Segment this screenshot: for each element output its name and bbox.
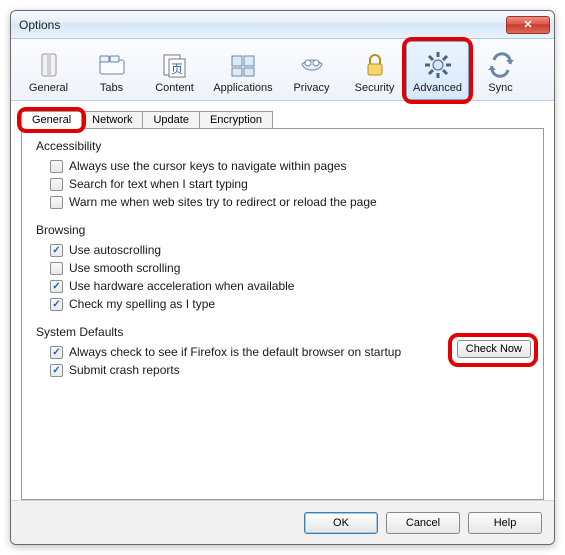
- close-button[interactable]: ✕: [506, 16, 550, 34]
- option-label: Warn me when web sites try to redirect o…: [69, 195, 377, 209]
- category-advanced[interactable]: Advanced: [406, 41, 469, 100]
- category-privacy[interactable]: Privacy: [280, 41, 343, 100]
- titlebar: Options ✕: [11, 11, 554, 39]
- subtab-strip: General Network Update Encryption: [21, 107, 544, 129]
- group-accessibility: Accessibility Always use the cursor keys…: [36, 139, 531, 211]
- checkbox-spelling[interactable]: [50, 298, 63, 311]
- option-label: Use hardware acceleration when available: [69, 279, 294, 293]
- category-label: Sync: [488, 82, 512, 94]
- category-general[interactable]: General: [17, 41, 80, 100]
- privacy-icon: [296, 49, 328, 81]
- subtab-general[interactable]: General: [21, 111, 82, 129]
- category-label: General: [29, 82, 68, 94]
- content-icon: 页: [159, 49, 191, 81]
- category-content[interactable]: 页 Content: [143, 41, 206, 100]
- checkbox-crash-reports[interactable]: [50, 364, 63, 377]
- security-icon: [359, 49, 391, 81]
- category-label: Security: [355, 82, 395, 94]
- options-window: Options ✕ General Tabs 页 Content: [10, 10, 555, 545]
- subtab-network[interactable]: Network: [81, 111, 143, 129]
- category-applications[interactable]: Applications: [206, 41, 280, 100]
- subtab-encryption[interactable]: Encryption: [199, 111, 273, 129]
- checkbox-default-browser[interactable]: [50, 346, 63, 359]
- group-label: System Defaults: [36, 325, 531, 339]
- sync-icon: [485, 49, 517, 81]
- group-label: Accessibility: [36, 139, 531, 153]
- content-area: General Network Update Encryption Access…: [11, 101, 554, 500]
- group-label: Browsing: [36, 223, 531, 237]
- subtab-label: General: [32, 114, 71, 126]
- help-button[interactable]: Help: [468, 512, 542, 534]
- checkbox-smooth-scrolling[interactable]: [50, 262, 63, 275]
- category-label: Content: [155, 82, 194, 94]
- option-label: Check my spelling as I type: [69, 297, 215, 311]
- option-label: Always use the cursor keys to navigate w…: [69, 159, 346, 173]
- general-icon: [33, 49, 65, 81]
- advanced-icon: [422, 49, 454, 81]
- subtab-label: Encryption: [210, 114, 262, 126]
- option-label: Submit crash reports: [69, 363, 180, 377]
- close-icon: ✕: [523, 18, 532, 31]
- applications-icon: [227, 49, 259, 81]
- ok-button[interactable]: OK: [304, 512, 378, 534]
- group-system-defaults: System Defaults Always check to see if F…: [36, 325, 531, 379]
- category-label: Advanced: [413, 82, 462, 94]
- subtab-update[interactable]: Update: [142, 111, 199, 129]
- checkbox-hardware-accel[interactable]: [50, 280, 63, 293]
- svg-text:页: 页: [170, 62, 182, 76]
- category-sync[interactable]: Sync: [469, 41, 532, 100]
- option-label: Always check to see if Firefox is the de…: [69, 345, 401, 359]
- check-now-button[interactable]: Check Now: [457, 340, 531, 358]
- category-tabs[interactable]: Tabs: [80, 41, 143, 100]
- category-security[interactable]: Security: [343, 41, 406, 100]
- subtab-label: Update: [153, 114, 188, 126]
- checkbox-search-typing[interactable]: [50, 178, 63, 191]
- general-panel: Accessibility Always use the cursor keys…: [21, 128, 544, 500]
- tabs-icon: [96, 49, 128, 81]
- option-label: Use smooth scrolling: [69, 261, 180, 275]
- checkbox-autoscrolling[interactable]: [50, 244, 63, 257]
- dialog-footer: OK Cancel Help: [11, 500, 554, 544]
- category-toolbar: General Tabs 页 Content Applications Priv…: [11, 39, 554, 101]
- option-label: Search for text when I start typing: [69, 177, 248, 191]
- checkbox-warn-redirect[interactable]: [50, 196, 63, 209]
- group-browsing: Browsing Use autoscrolling Use smooth sc…: [36, 223, 531, 313]
- category-label: Applications: [213, 82, 272, 94]
- option-label: Use autoscrolling: [69, 243, 161, 257]
- subtab-label: Network: [92, 114, 132, 126]
- category-label: Tabs: [100, 82, 123, 94]
- checkbox-cursor-keys[interactable]: [50, 160, 63, 173]
- window-title: Options: [19, 18, 506, 32]
- cancel-button[interactable]: Cancel: [386, 512, 460, 534]
- category-label: Privacy: [293, 82, 329, 94]
